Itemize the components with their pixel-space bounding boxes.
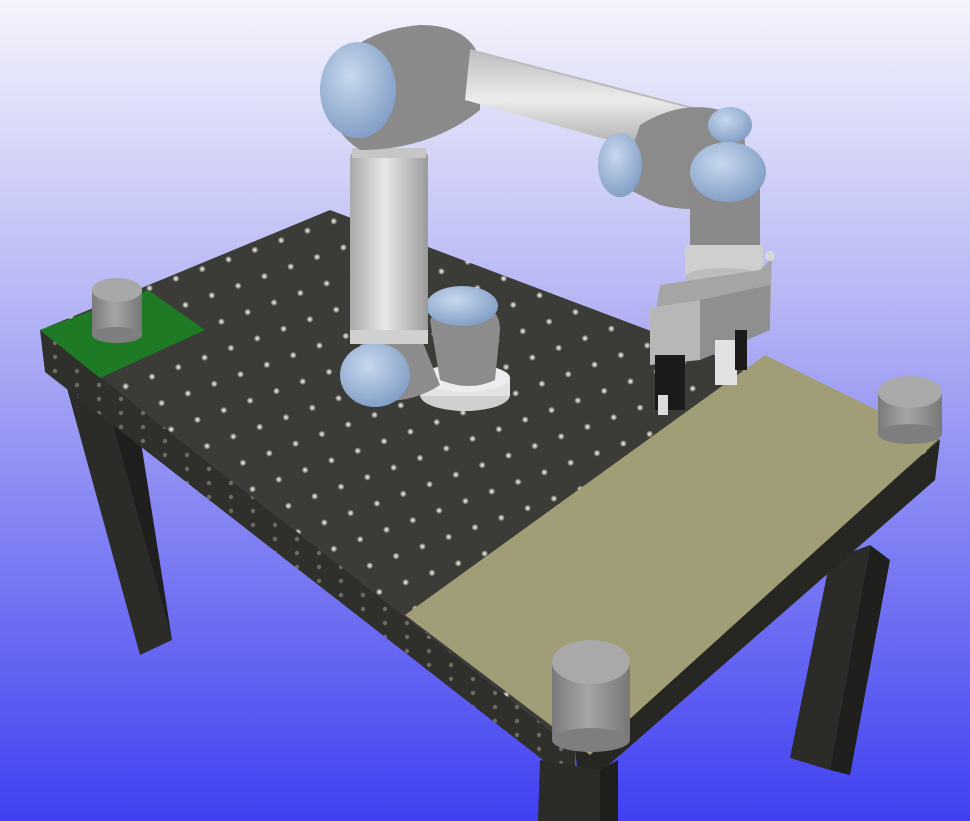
scene-canvas [0, 0, 970, 821]
gray-cylinder [878, 376, 942, 444]
gray-cylinder [92, 278, 142, 343]
robot-workcell-scene [0, 0, 970, 821]
gray-cylinder [552, 640, 630, 752]
